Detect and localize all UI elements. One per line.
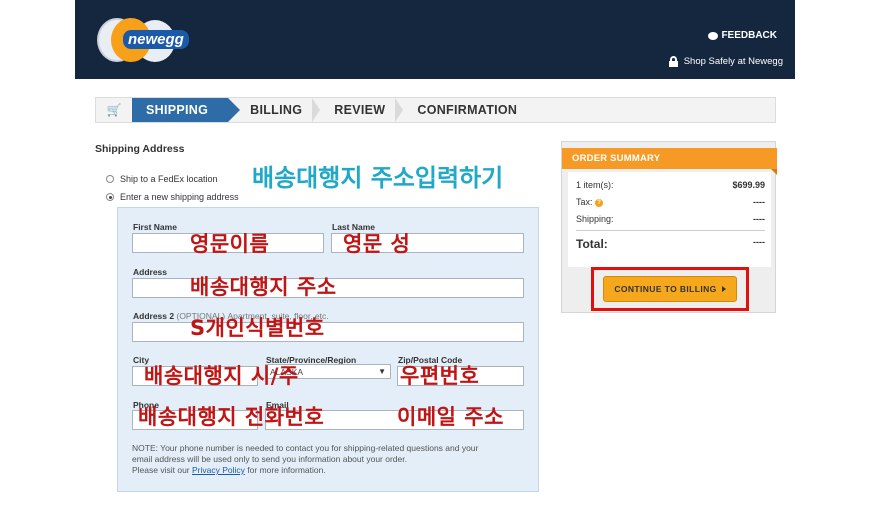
- step-confirmation: CONFIRMATION: [403, 98, 535, 122]
- step-billing: BILLING: [228, 98, 321, 122]
- note-line: Please visit our Privacy Policy for more…: [132, 465, 532, 476]
- shipping-address-title: Shipping Address: [95, 143, 185, 155]
- shop-safely-label: Shop Safely at Newegg: [683, 56, 783, 67]
- continue-to-billing-label: CONTINUE TO BILLING: [614, 284, 717, 294]
- items-value: $699.99: [732, 180, 765, 190]
- logo-text: newegg: [123, 30, 189, 49]
- summary-items-row: 1 item(s): $699.99: [576, 180, 765, 190]
- radio-new-address-option[interactable]: Enter a new shipping address: [106, 192, 239, 202]
- help-info-icon[interactable]: ?: [595, 198, 604, 207]
- checkout-progress-bar: 🛒 SHIPPING BILLING REVIEW CONFIRMATION: [95, 97, 776, 123]
- arrow-right-icon: [721, 286, 726, 292]
- last-name-label: Last Name: [332, 222, 375, 232]
- summary-total-row: Total: ----: [576, 237, 765, 251]
- annotation-address2: S개인식별번호: [190, 316, 325, 340]
- radio-fedex-option[interactable]: Ship to a FedEx location: [106, 174, 218, 184]
- site-header: newegg FEEDBACK Shop Safely at Newegg: [75, 0, 795, 79]
- step-label: BILLING: [250, 103, 303, 117]
- summary-divider: [576, 230, 765, 231]
- radio-button[interactable]: [106, 175, 114, 183]
- note-text: for more information.: [247, 465, 326, 475]
- note-line: NOTE: Your phone number is needed to con…: [132, 443, 479, 453]
- dropdown-arrow-icon: ▼: [378, 367, 386, 376]
- summary-tax-row: Tax: ? ----: [576, 197, 765, 207]
- total-value: ----: [753, 237, 765, 247]
- radio-label: Ship to a FedEx location: [120, 174, 218, 184]
- step-label: SHIPPING: [146, 103, 209, 117]
- annotation-city-state: 배송대행지 시/주: [144, 364, 299, 388]
- order-summary-body: 1 item(s): $699.99 Tax: ? ---- Shipping:…: [568, 172, 771, 267]
- step-shipping: SHIPPING: [132, 98, 241, 122]
- annotation-phone: 배송대행지 전화번호: [138, 405, 325, 429]
- total-label: Total:: [576, 237, 608, 251]
- address2-label-text: Address 2: [133, 311, 175, 321]
- cta-highlight-frame: CONTINUE TO BILLING: [591, 267, 749, 311]
- cart-cell[interactable]: 🛒: [96, 98, 132, 122]
- lock-icon: [668, 56, 678, 67]
- shipping-value: ----: [753, 214, 765, 224]
- cart-icon: 🛒: [106, 103, 122, 117]
- step-review: REVIEW: [320, 98, 404, 122]
- feedback-link[interactable]: FEEDBACK: [708, 30, 777, 41]
- shipping-label: Shipping:: [576, 214, 614, 224]
- checkout-page: newegg FEEDBACK Shop Safely at Newegg 🛒 …: [0, 0, 870, 505]
- items-label: 1 item(s):: [576, 180, 614, 190]
- annotation-email: 이메일 주소: [397, 405, 504, 429]
- note-text: Please visit our: [132, 465, 190, 475]
- privacy-policy-link[interactable]: Privacy Policy: [192, 465, 245, 475]
- first-name-label: First Name: [133, 222, 177, 232]
- tax-value: ----: [753, 197, 765, 207]
- annotation-zip: 우편번호: [400, 364, 480, 388]
- annotation-heading: 배송대행지 주소입력하기: [252, 164, 504, 192]
- radio-label: Enter a new shipping address: [120, 192, 239, 202]
- annotation-last-name: 영문 성: [343, 232, 411, 256]
- note-line: email address will be used only to send …: [132, 454, 407, 464]
- order-summary-panel: ORDER SUMMARY 1 item(s): $699.99 Tax: ? …: [561, 141, 777, 313]
- tax-label-group: Tax: ?: [576, 197, 604, 207]
- continue-to-billing-button[interactable]: CONTINUE TO BILLING: [603, 276, 737, 302]
- step-label: REVIEW: [334, 103, 386, 117]
- annotation-address: 배송대행지 주소: [190, 275, 337, 299]
- newegg-logo[interactable]: newegg: [95, 12, 195, 64]
- speech-bubble-icon: [708, 31, 719, 40]
- shop-safely-link[interactable]: Shop Safely at Newegg: [668, 56, 783, 67]
- feedback-label: FEEDBACK: [721, 30, 777, 41]
- summary-shipping-row: Shipping: ----: [576, 214, 765, 224]
- privacy-note: NOTE: Your phone number is needed to con…: [132, 443, 532, 476]
- annotation-first-name: 영문이름: [190, 232, 270, 256]
- tax-label: Tax:: [576, 197, 593, 207]
- order-summary-title: ORDER SUMMARY: [562, 148, 777, 175]
- address-label: Address: [133, 267, 168, 277]
- step-label: CONFIRMATION: [417, 103, 518, 117]
- radio-button-selected[interactable]: [106, 193, 114, 201]
